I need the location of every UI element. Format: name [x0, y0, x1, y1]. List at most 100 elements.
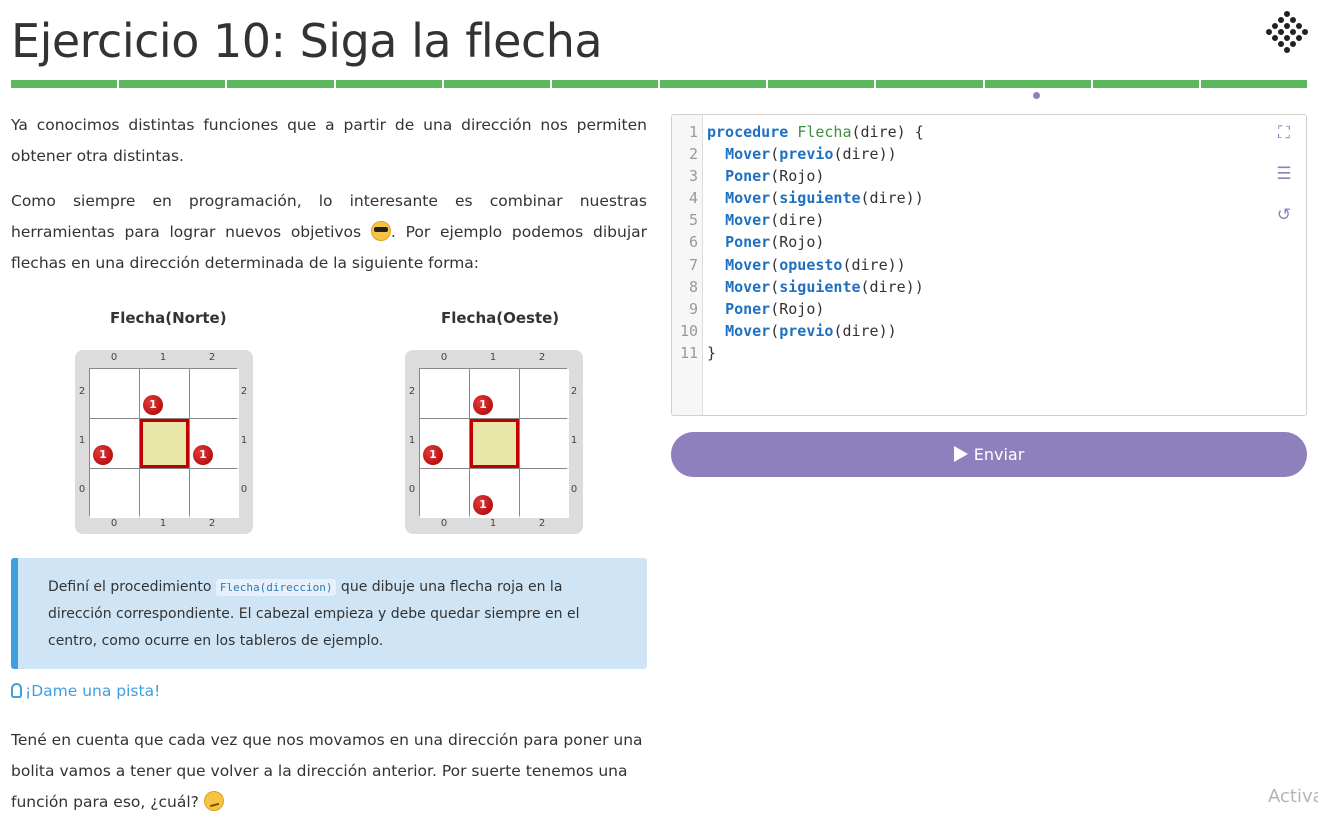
- logo-icon[interactable]: [1264, 10, 1310, 62]
- red-ball: 1: [473, 395, 493, 415]
- board-cell: [520, 469, 569, 518]
- page-title: Ejercicio 10: Siga la flecha: [11, 14, 603, 68]
- code-line: 7 Mover(opuesto(dire)): [672, 254, 924, 276]
- play-icon: [953, 446, 968, 462]
- hint-link[interactable]: ¡Dame una pista!: [11, 682, 160, 700]
- code-line: 5 Mover(dire): [672, 209, 924, 231]
- board-coord: 1: [159, 352, 167, 363]
- board-cell: 1: [90, 419, 139, 468]
- code-line: 3 Poner(Rojo): [672, 165, 924, 187]
- reset-icon[interactable]: ↺: [1274, 205, 1294, 225]
- code-line: 4 Mover(siguiente(dire)): [672, 187, 924, 209]
- progress-segment[interactable]: [1200, 80, 1308, 88]
- line-number: 8: [688, 277, 698, 296]
- send-label: Enviar: [973, 445, 1025, 464]
- board-coord: 1: [159, 518, 167, 529]
- board-coord: 2: [538, 518, 546, 529]
- code-content[interactable]: 1 procedure Flecha(dire) { 2 Mover(previo…: [672, 121, 924, 364]
- progress-segment[interactable]: [335, 80, 442, 88]
- board-cell: 1: [140, 369, 189, 418]
- board-cell: [420, 469, 469, 518]
- board-cell: [90, 469, 139, 518]
- red-ball: 1: [193, 445, 213, 465]
- progress-segment[interactable]: [876, 80, 983, 88]
- hint-paragraph: Tené en cuenta que cada vez que nos mova…: [11, 725, 647, 815]
- board-cell: 1: [190, 419, 239, 468]
- board-oeste: 0 1 2 0 1 2 2 1 0 2 1 0 1 1 1: [405, 350, 583, 534]
- board-coord: 0: [440, 518, 448, 529]
- progress-segment[interactable]: [227, 80, 334, 88]
- line-number: 9: [688, 299, 698, 318]
- code-line: 11}: [672, 342, 924, 364]
- line-number: 7: [688, 255, 698, 274]
- line-number: 5: [688, 211, 698, 230]
- expand-icon[interactable]: ⛶: [1274, 123, 1294, 143]
- board-title-oeste: Flecha(Oeste): [441, 309, 560, 327]
- progress-segment[interactable]: [551, 80, 659, 88]
- board-cell: [520, 369, 569, 418]
- editor-toolbar: ⛶ ☰ ↺: [1274, 123, 1294, 246]
- code-line: 8 Mover(siguiente(dire)): [672, 276, 924, 298]
- board-title-norte: Flecha(Norte): [110, 309, 227, 327]
- line-number: 2: [688, 145, 698, 164]
- red-ball: 1: [93, 445, 113, 465]
- lightbulb-icon: [11, 683, 22, 698]
- code-line: 1 procedure Flecha(dire) {: [672, 121, 924, 143]
- line-number: 11: [679, 343, 698, 362]
- board-cell: 1: [470, 469, 519, 518]
- red-ball: 1: [473, 495, 493, 515]
- indent-icon[interactable]: ☰: [1274, 164, 1294, 184]
- board-coord: 2: [208, 518, 216, 529]
- sunglasses-emoji-icon: [370, 221, 391, 241]
- board-cell: [90, 369, 139, 418]
- callout-code: Flecha(direccion): [215, 579, 337, 596]
- progress-segment[interactable]: [119, 80, 226, 88]
- current-exercise-marker: [1033, 92, 1040, 99]
- board-coord: 1: [489, 352, 497, 363]
- progress-segment-current[interactable]: [984, 80, 1091, 88]
- red-ball: 1: [143, 395, 163, 415]
- board-cell: [420, 369, 469, 418]
- board-coord: 2: [538, 352, 546, 363]
- line-number: 10: [679, 321, 698, 340]
- board-coord: 0: [110, 518, 118, 529]
- board-cell: [140, 469, 189, 518]
- intro-paragraph-1: Ya conocimos distintas funciones que a p…: [11, 116, 647, 165]
- hint-label: ¡Dame una pista!: [25, 682, 161, 700]
- board-head-cell: [470, 419, 519, 468]
- send-button[interactable]: Enviar: [671, 432, 1307, 477]
- line-number: 4: [688, 189, 698, 208]
- line-number: 1: [688, 123, 698, 141]
- board-norte: 0 1 2 0 1 2 2 1 0 2 1 0 1 1 1: [75, 350, 253, 534]
- progress-segment[interactable]: [11, 80, 118, 88]
- board-head-cell: [140, 419, 189, 468]
- board-cell: 1: [420, 419, 469, 468]
- board-coord: 2: [208, 352, 216, 363]
- board-cell: [190, 369, 239, 418]
- thinking-emoji-icon: [203, 791, 224, 811]
- code-line: 6 Poner(Rojo): [672, 231, 924, 253]
- task-callout: Definí el procedimiento Flecha(direccion…: [11, 558, 647, 669]
- code-editor[interactable]: 1 procedure Flecha(dire) { 2 Mover(previo…: [671, 114, 1307, 416]
- progress-segment[interactable]: [660, 80, 767, 88]
- board-coord: 0: [110, 352, 118, 363]
- line-number: 3: [688, 167, 698, 186]
- board-coord: 0: [440, 352, 448, 363]
- progress-segment[interactable]: [443, 80, 550, 88]
- hint-paragraph-text: Tené en cuenta que cada vez que nos mova…: [11, 731, 643, 811]
- progress-segment[interactable]: [1092, 80, 1199, 88]
- callout-text-start: Definí el procedimiento: [48, 579, 216, 595]
- activation-watermark: Activa: [1268, 786, 1318, 807]
- board-grid: 1 1 1: [419, 368, 569, 518]
- progress-bar: [11, 80, 1308, 88]
- progress-segment[interactable]: [768, 80, 875, 88]
- board-coord: 1: [489, 518, 497, 529]
- intro-paragraph-2: Como siempre en programación, lo interes…: [11, 186, 647, 279]
- board-cell: [190, 469, 239, 518]
- code-line: 2 Mover(previo(dire)): [672, 143, 924, 165]
- code-line: 9 Poner(Rojo): [672, 298, 924, 320]
- line-number: 6: [688, 233, 698, 252]
- board-cell: [520, 419, 569, 468]
- code-line: 10 Mover(previo(dire)): [672, 320, 924, 342]
- red-ball: 1: [423, 445, 443, 465]
